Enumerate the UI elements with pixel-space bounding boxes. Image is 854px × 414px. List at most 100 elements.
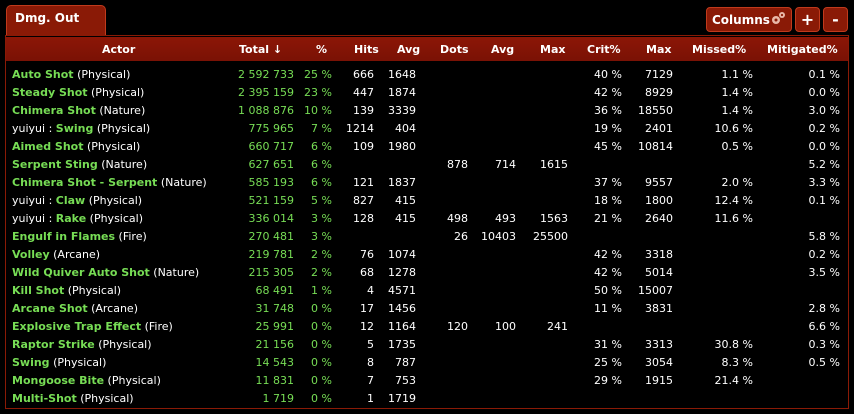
- total-cell: 336 014: [248, 212, 295, 225]
- mitigated-cell: 0.3 %: [808, 338, 840, 351]
- hits-cell: 827: [353, 194, 374, 207]
- table-row[interactable]: yuiyui : Rake (Physical) 336 014 3 % 128 415…: [6, 209, 848, 227]
- table-row[interactable]: Chimera Shot (Nature) 1 088 876 10 % 139 333…: [6, 101, 848, 119]
- crit-cell: 11 %: [594, 302, 622, 315]
- actor-cell: Raptor Strike (Physical): [12, 338, 152, 351]
- table-row[interactable]: Raptor Strike (Physical) 21 156 0 % 5 1735 31…: [6, 335, 848, 353]
- total-cell: 1 719: [262, 392, 295, 405]
- avg-cell: 1074: [388, 248, 416, 261]
- actor-cell: Chimera Shot - Serpent (Nature): [12, 176, 207, 189]
- avg-cell: 1980: [388, 140, 416, 153]
- crit-cell: 36 %: [594, 104, 622, 117]
- hits-cell: 7: [367, 374, 374, 387]
- hits-cell: 4: [367, 284, 374, 297]
- table-row[interactable]: Wild Quiver Auto Shot (Nature) 215 305 2 %…: [6, 263, 848, 281]
- total-cell: 219 781: [248, 248, 295, 261]
- skill-name: Swing: [55, 122, 94, 135]
- crit-cell: 29 %: [594, 374, 622, 387]
- skill-name: Rake: [55, 212, 87, 225]
- max-cell: 3313: [645, 338, 673, 351]
- col-total[interactable]: Total ↓: [239, 43, 282, 56]
- col-dot-avg[interactable]: Avg: [491, 43, 514, 56]
- missed-cell: 30.8 %: [714, 338, 753, 351]
- add-button[interactable]: +: [795, 7, 820, 32]
- col-mitigated[interactable]: Mitigated%: [767, 43, 838, 56]
- gears-icon: [772, 12, 785, 24]
- skill-name: Swing: [12, 356, 50, 369]
- total-cell: 775 965: [248, 122, 295, 135]
- percent-cell: 0 %: [311, 302, 332, 315]
- skill-name: Chimera Shot - Serpent: [12, 176, 158, 189]
- table-row[interactable]: Swing (Physical) 14 543 0 % 8 787 25 % 3054 8.3…: [6, 353, 848, 371]
- table-row[interactable]: Engulf in Flames (Fire) 270 481 3 % 26 10403…: [6, 227, 848, 245]
- table-row[interactable]: Aimed Shot (Physical) 660 717 6 % 109 1980 45…: [6, 137, 848, 155]
- skill-name: Aimed Shot: [12, 140, 84, 153]
- table-row[interactable]: Volley (Arcane) 219 781 2 % 76 1074 42 % 3318 0…: [6, 245, 848, 263]
- mitigated-cell: 0.5 %: [808, 356, 840, 369]
- hits-cell: 447: [353, 86, 374, 99]
- table-row[interactable]: Auto Shot (Physical) 2 592 733 25 % 666 1648…: [6, 65, 848, 83]
- table-row[interactable]: yuiyui : Swing (Physical) 775 965 7 % 1214 4…: [6, 119, 848, 137]
- columns-button[interactable]: Columns: [706, 7, 792, 32]
- actor-cell: Serpent Sting (Nature): [12, 158, 147, 171]
- table-row[interactable]: Mongoose Bite (Physical) 11 831 0 % 7 753 29 …: [6, 371, 848, 389]
- table-row[interactable]: Chimera Shot - Serpent (Nature) 585 193 6 …: [6, 173, 848, 191]
- damage-school: (Physical): [77, 68, 131, 81]
- dots-cell: 878: [447, 158, 468, 171]
- col-pct[interactable]: %: [316, 43, 327, 56]
- actor-cell: Kill Shot (Physical): [12, 284, 121, 297]
- table-row[interactable]: Explosive Trap Effect (Fire) 25 991 0 % 12 1…: [6, 317, 848, 335]
- tab-dmg-out[interactable]: Dmg. Out: [6, 5, 106, 35]
- table-row[interactable]: Serpent Sting (Nature) 627 651 6 % 878 714 16…: [6, 155, 848, 173]
- col-actor[interactable]: Actor: [102, 43, 135, 56]
- col-hits[interactable]: Hits: [354, 43, 379, 56]
- table-row[interactable]: yuiyui : Claw (Physical) 521 159 5 % 827 415…: [6, 191, 848, 209]
- pet-owner-label: yuiyui :: [12, 212, 56, 225]
- dots-cell: 26: [454, 230, 468, 243]
- avg-cell: 753: [395, 374, 416, 387]
- total-cell: 14 543: [255, 356, 295, 369]
- col-max[interactable]: Max: [646, 43, 671, 56]
- crit-cell: 21 %: [594, 212, 622, 225]
- mitigated-cell: 3.3 %: [808, 176, 840, 189]
- hits-cell: 666: [353, 68, 374, 81]
- col-crit[interactable]: Crit%: [587, 43, 621, 56]
- avg-cell: 787: [395, 356, 416, 369]
- hits-cell: 109: [353, 140, 374, 153]
- damage-school: (Nature): [160, 176, 207, 189]
- table-row[interactable]: Arcane Shot (Arcane) 31 748 0 % 17 1456 11 % 3…: [6, 299, 848, 317]
- mitigated-cell: 0.0 %: [808, 86, 840, 99]
- mitigated-cell: 5.2 %: [808, 158, 840, 171]
- table-row[interactable]: Multi-Shot (Physical) 1 719 0 % 1 1719: [6, 389, 848, 407]
- percent-cell: 25 %: [304, 68, 332, 81]
- table-row[interactable]: Kill Shot (Physical) 68 491 1 % 4 4571 50 % 15…: [6, 281, 848, 299]
- skill-name: Claw: [55, 194, 86, 207]
- hits-cell: 121: [353, 176, 374, 189]
- damage-school: (Nature): [99, 104, 146, 117]
- col-dot-max[interactable]: Max: [540, 43, 565, 56]
- missed-cell: 11.6 %: [714, 212, 753, 225]
- mitigated-cell: 0.2 %: [808, 122, 840, 135]
- crit-cell: 45 %: [594, 140, 622, 153]
- col-dots[interactable]: Dots: [440, 43, 469, 56]
- pet-owner-label: yuiyui :: [12, 122, 56, 135]
- hits-cell: 76: [360, 248, 374, 261]
- damage-school: (Physical): [80, 392, 134, 405]
- hits-cell: 68: [360, 266, 374, 279]
- damage-school: (Physical): [91, 86, 145, 99]
- max-cell: 1915: [645, 374, 673, 387]
- percent-cell: 5 %: [311, 194, 332, 207]
- hits-cell: 139: [353, 104, 374, 117]
- max-cell: 3054: [645, 356, 673, 369]
- skill-name: Explosive Trap Effect: [12, 320, 142, 333]
- avg-cell: 415: [395, 194, 416, 207]
- max-cell: 9557: [645, 176, 673, 189]
- col-missed[interactable]: Missed%: [692, 43, 746, 56]
- remove-button[interactable]: -: [823, 7, 848, 32]
- table-row[interactable]: Steady Shot (Physical) 2 395 159 23 % 447 18…: [6, 83, 848, 101]
- col-avg[interactable]: Avg: [397, 43, 420, 56]
- avg-cell: 1735: [388, 338, 416, 351]
- crit-cell: 19 %: [594, 122, 622, 135]
- hits-cell: 1214: [346, 122, 374, 135]
- dot-avg-cell: 100: [495, 320, 516, 333]
